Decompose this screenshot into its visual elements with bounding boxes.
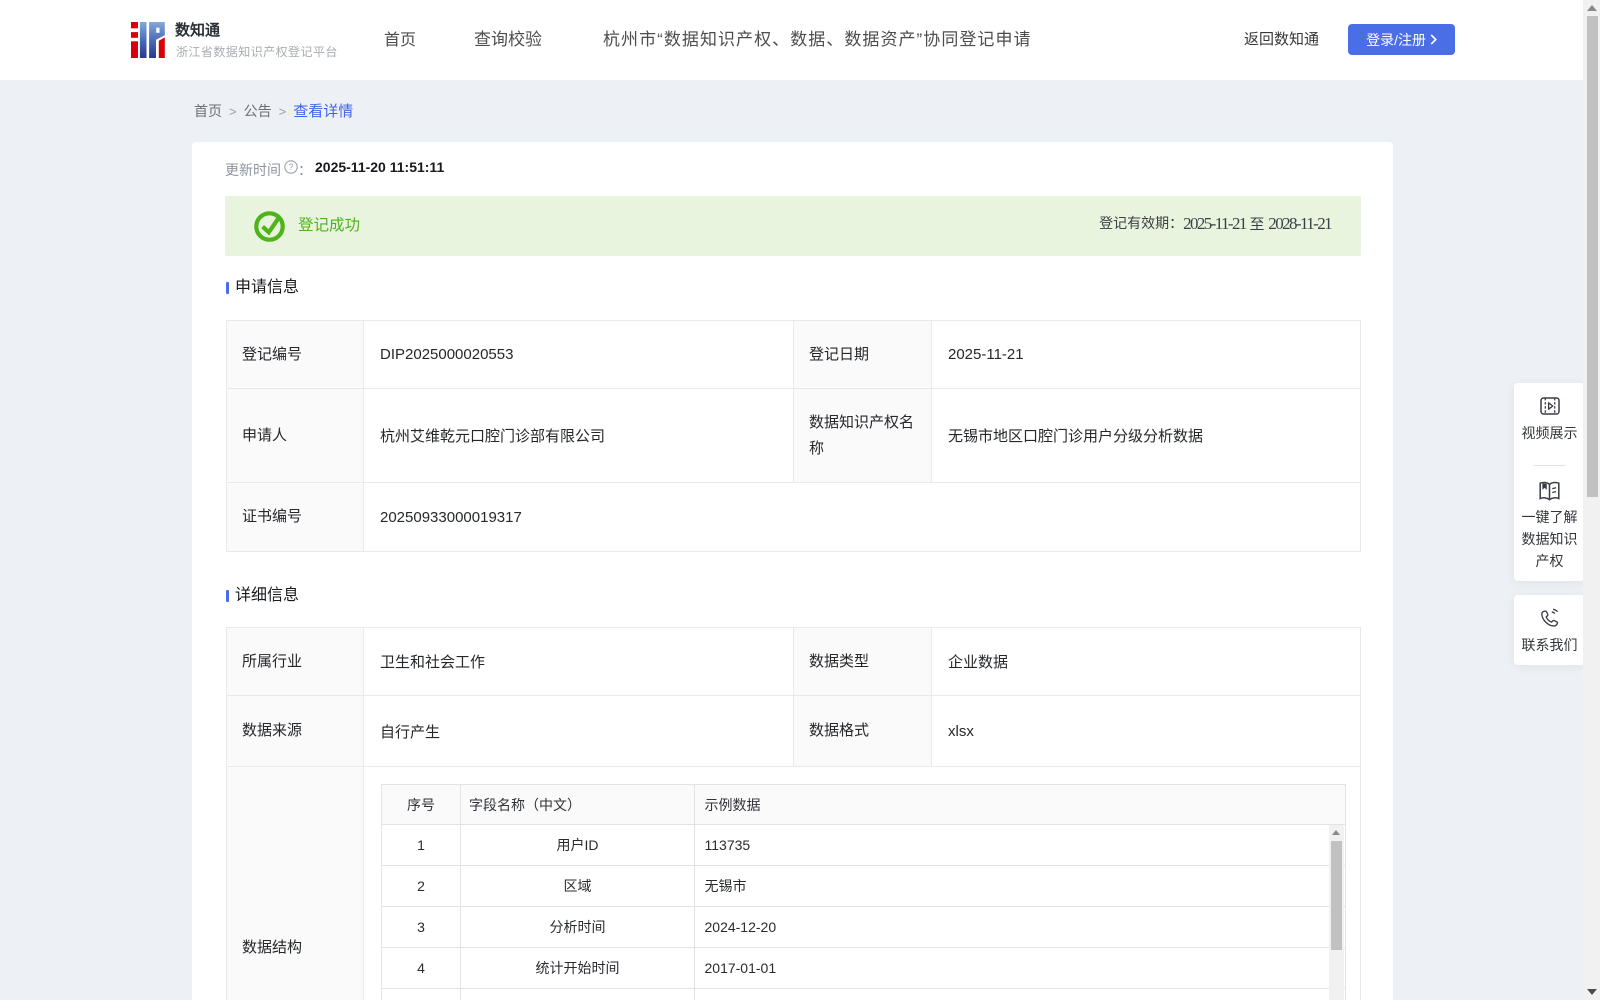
svg-text:?: ?: [288, 162, 293, 172]
